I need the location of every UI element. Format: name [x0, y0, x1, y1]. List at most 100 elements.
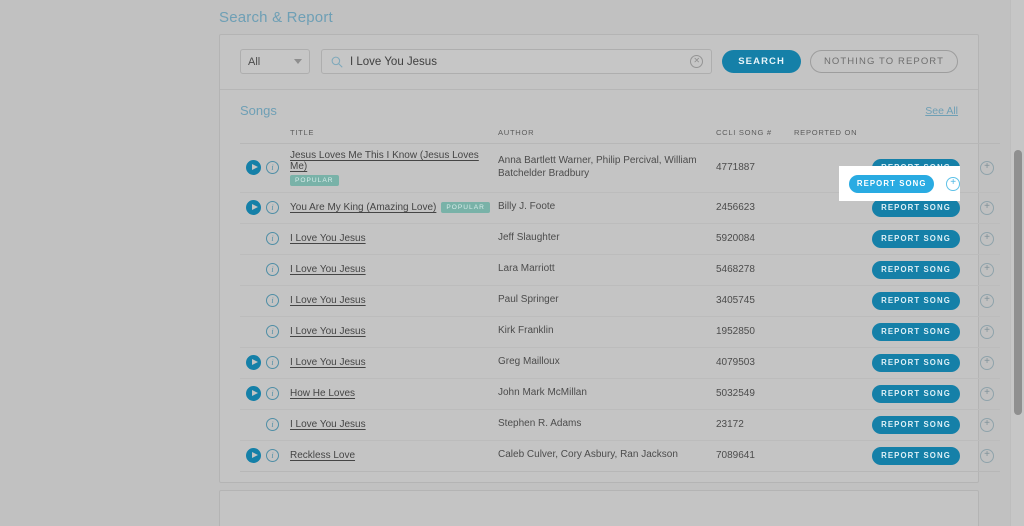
info-icon[interactable]: i [266, 325, 279, 338]
cell-play [240, 285, 266, 317]
song-title-link[interactable]: Jesus Loves Me This I Know (Jesus Loves … [290, 150, 479, 172]
cell-report-action: REPORT SONG [872, 440, 980, 472]
table-row[interactable]: i Reckless Love Caleb Culver, Cory Asbury,… [240, 440, 1000, 472]
song-title-link[interactable]: I Love You Jesus [290, 295, 366, 306]
song-title-link[interactable]: I Love You Jesus [290, 357, 366, 368]
plus-circle-icon[interactable]: + [980, 386, 994, 401]
report-song-button[interactable]: REPORT SONG [872, 322, 960, 341]
col-header-play [240, 128, 266, 144]
cell-play [240, 192, 266, 224]
song-title-link[interactable]: I Love You Jesus [290, 419, 366, 430]
report-song-button[interactable]: REPORT SONG [872, 415, 960, 434]
cell-add-action: + [980, 285, 1000, 317]
song-title-link[interactable]: Reckless Love [290, 450, 355, 461]
col-header-reported-on: REPORTED ON [794, 128, 872, 144]
vertical-scrollbar-track[interactable] [1010, 0, 1024, 526]
plus-circle-icon[interactable]: + [980, 160, 994, 175]
cell-info: i [266, 440, 290, 472]
report-song-button[interactable]: REPORT SONG [872, 260, 960, 279]
cell-info: i [266, 143, 290, 193]
report-song-button[interactable]: REPORT SONG [872, 291, 960, 310]
info-icon[interactable]: i [266, 449, 279, 462]
search-icon [331, 56, 343, 68]
song-title-link[interactable]: I Love You Jesus [290, 233, 366, 244]
cell-add-action: + [980, 378, 1000, 410]
play-icon[interactable] [246, 160, 261, 176]
nothing-to-report-button[interactable]: NOTHING TO REPORT [809, 50, 958, 73]
cell-title: I Love You Jesus [290, 316, 498, 348]
report-song-button-highlighted[interactable]: REPORT SONG [849, 174, 935, 193]
popular-badge: POPULAR [441, 202, 490, 213]
info-icon[interactable]: i [266, 263, 279, 276]
cell-play [240, 440, 266, 472]
search-and-results-card: All I Love You Jesus ✕ SEARCH NOTHING TO… [219, 34, 1000, 483]
cell-author: Billy J. Foote [498, 192, 716, 224]
search-scope-select[interactable]: All [240, 49, 310, 74]
info-icon[interactable]: i [266, 387, 279, 400]
plus-circle-icon[interactable]: + [946, 176, 960, 191]
info-icon[interactable]: i [266, 418, 279, 431]
cell-play [240, 316, 266, 348]
clear-search-icon[interactable]: ✕ [690, 55, 704, 68]
cell-info: i [266, 192, 290, 224]
cell-author: Caleb Culver, Cory Asbury, Ran Jackson [498, 440, 716, 472]
see-all-link[interactable]: See All [925, 105, 958, 117]
plus-circle-icon[interactable]: + [980, 293, 994, 308]
song-title-link[interactable]: I Love You Jesus [290, 264, 366, 275]
table-header-row: TITLE AUTHOR CCLI SONG # REPORTED ON [240, 128, 1000, 144]
report-song-button[interactable]: REPORT SONG [872, 198, 960, 217]
cell-info: i [266, 409, 290, 441]
info-icon[interactable]: i [266, 356, 279, 369]
cell-info: i [266, 254, 290, 286]
plus-circle-icon[interactable]: + [980, 355, 994, 370]
cell-title: How He Loves [290, 378, 498, 410]
info-icon[interactable]: i [266, 294, 279, 307]
search-input[interactable]: I Love You Jesus [350, 56, 683, 68]
vertical-scrollbar-thumb[interactable] [1014, 150, 1022, 415]
table-row[interactable]: i I Love You Jesus Paul Springer 3405745 REP… [240, 285, 1000, 317]
cell-author: Paul Springer [498, 285, 716, 317]
songs-section-header: Songs See All [220, 90, 978, 128]
search-input-wrapper[interactable]: I Love You Jesus ✕ [321, 49, 713, 74]
play-icon[interactable] [246, 386, 261, 401]
table-row[interactable]: i I Love You Jesus Kirk Franklin 1952850 REP… [240, 316, 1000, 348]
table-row[interactable]: i I Love You Jesus Jeff Slaughter 5920084 RE… [240, 223, 1000, 255]
plus-circle-icon[interactable]: + [980, 262, 994, 277]
plus-circle-icon[interactable]: + [980, 448, 994, 463]
plus-circle-icon[interactable]: + [980, 231, 994, 246]
play-icon[interactable] [246, 448, 261, 463]
cell-ccli-number: 3405745 [716, 285, 794, 317]
cell-title: I Love You Jesus [290, 254, 498, 286]
song-title-link[interactable]: You Are My King (Amazing Love) [290, 202, 436, 213]
table-row[interactable]: i I Love You Jesus Lara Marriott 5468278 REP… [240, 254, 1000, 286]
table-row[interactable]: i I Love You Jesus Stephen R. Adams 23172 RE… [240, 409, 1000, 441]
plus-circle-icon[interactable]: + [980, 417, 994, 432]
report-song-button[interactable]: REPORT SONG [872, 353, 960, 372]
plus-circle-icon[interactable]: + [980, 200, 994, 215]
song-title-link[interactable]: I Love You Jesus [290, 326, 366, 337]
plus-circle-icon[interactable]: + [980, 324, 994, 339]
play-icon[interactable] [246, 200, 261, 215]
cell-title: I Love You Jesus [290, 347, 498, 379]
search-button[interactable]: SEARCH [722, 50, 801, 73]
cell-ccli-number: 1952850 [716, 316, 794, 348]
cell-reported-on [794, 223, 872, 255]
info-icon[interactable]: i [266, 161, 279, 175]
cell-add-action: + [980, 440, 1000, 472]
table-row[interactable]: i How He Loves John Mark McMillan 5032549 RE… [240, 378, 1000, 410]
cell-info: i [266, 285, 290, 317]
report-song-button[interactable]: REPORT SONG [872, 229, 960, 248]
info-icon[interactable]: i [266, 201, 279, 214]
info-icon[interactable]: i [266, 232, 279, 245]
cell-add-action: + [980, 316, 1000, 348]
table-row[interactable]: i I Love You Jesus Greg Mailloux 4079503 REP… [240, 347, 1000, 379]
play-icon[interactable] [246, 355, 261, 370]
cell-play [240, 143, 266, 193]
cell-info: i [266, 347, 290, 379]
report-song-button[interactable]: REPORT SONG [872, 384, 960, 403]
report-song-button[interactable]: REPORT SONG [872, 446, 960, 465]
page-title: Search & Report [219, 9, 333, 26]
song-title-link[interactable]: How He Loves [290, 388, 355, 399]
cell-author: Stephen R. Adams [498, 409, 716, 441]
search-scope-value: All [248, 55, 261, 68]
